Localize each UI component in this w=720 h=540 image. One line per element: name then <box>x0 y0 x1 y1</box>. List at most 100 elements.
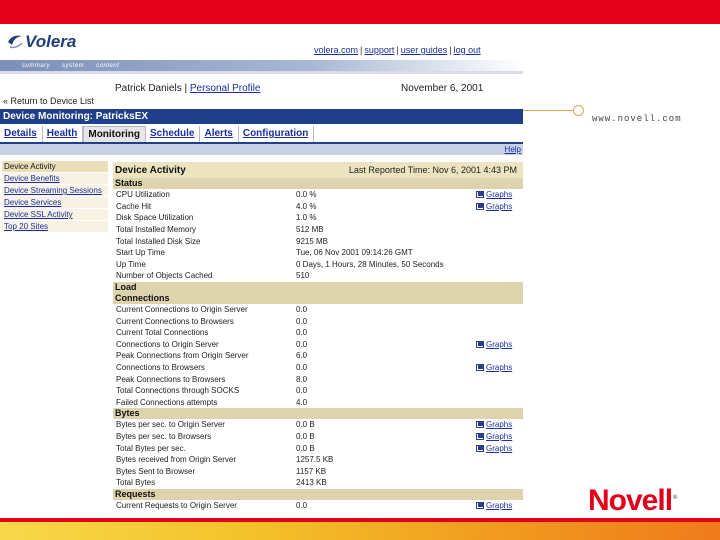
graph-icon[interactable] <box>476 421 484 429</box>
graphs-link[interactable]: Graphs <box>486 444 512 453</box>
metric-label: Current Total Connections <box>116 328 209 338</box>
graph-cell: Graphs <box>476 202 523 211</box>
top-links: volera.com | support | user guides | log out <box>314 45 481 55</box>
metric-value: 0.0 <box>296 363 308 373</box>
link-separator: | <box>360 45 363 55</box>
graph-icon[interactable] <box>476 202 484 210</box>
submenu-device-streaming-sessions[interactable]: Device Streaming Sessions <box>2 185 108 197</box>
table-row: Bytes received from Origin Server 1257.5 … <box>113 454 523 466</box>
graphs-link[interactable]: Graphs <box>486 420 512 429</box>
metric-label: Total Installed Memory <box>116 225 197 235</box>
table-sections: Status CPU Utilization 0.0 % Graphs Cache Hi… <box>113 178 523 511</box>
tab-alerts[interactable]: Alerts <box>200 126 239 142</box>
tab-monitoring[interactable]: Monitoring <box>83 126 147 142</box>
graph-icon[interactable] <box>476 501 484 509</box>
table-row: Total Installed Disk Size 9215 MB <box>113 235 523 247</box>
table-title: Device Activity <box>115 164 186 176</box>
metric-label: Total Connections through SOCKS <box>116 386 240 396</box>
slide-accent-dot <box>573 105 584 116</box>
submenu-device-activity[interactable]: Device Activity <box>2 161 108 173</box>
metric-value: 0.0 B <box>296 443 315 453</box>
metric-label: Peak Connections from Origin Server <box>116 351 249 361</box>
nav-content[interactable]: content <box>96 63 119 69</box>
graph-icon[interactable] <box>476 340 484 348</box>
metric-label: Total Installed Disk Size <box>116 236 201 246</box>
table-row: Up Time 0 Days, 1 Hours, 28 Minutes, 50 S… <box>113 259 523 271</box>
metric-label: Failed Connections attempts <box>116 397 218 407</box>
graphs-link[interactable]: Graphs <box>486 432 512 441</box>
metric-value: 0.0 % <box>296 190 317 200</box>
novell-logo: Novell® <box>588 484 678 518</box>
nav-summary[interactable]: summary <box>22 63 50 69</box>
graph-icon[interactable] <box>476 364 484 372</box>
monitoring-submenu: Device Activity Device Benefits Device S… <box>2 161 108 233</box>
submenu-device-services[interactable]: Device Services <box>2 197 108 209</box>
graphs-link[interactable]: Graphs <box>486 340 512 349</box>
graph-cell: Graphs <box>476 420 523 429</box>
metric-label: Total Bytes <box>116 478 156 488</box>
volera-logo[interactable]: Volera <box>6 30 76 54</box>
submenu-top-20-sites[interactable]: Top 20 Sites <box>2 221 108 233</box>
graph-icon[interactable] <box>476 432 484 440</box>
graphs-link[interactable]: Graphs <box>486 190 512 199</box>
device-activity-table: Device Activity Last Reported Time: Nov … <box>113 162 523 511</box>
graph-icon[interactable] <box>476 191 484 199</box>
graphs-link[interactable]: Graphs <box>486 501 512 510</box>
metric-label: Current Connections to Browsers <box>116 316 234 326</box>
metric-value: 0.0 B <box>296 420 315 430</box>
personal-profile-link[interactable]: Personal Profile <box>190 83 261 94</box>
tab-health[interactable]: Health <box>43 126 84 142</box>
table-row: Disk Space Utilization 1.0 % <box>113 212 523 224</box>
tab-schedule[interactable]: Schedule <box>146 126 201 142</box>
link-volera-com[interactable]: volera.com <box>314 45 358 55</box>
nav-system[interactable]: system <box>62 63 84 69</box>
return-to-device-list-link[interactable]: « Return to Device List <box>3 96 94 106</box>
graphs-link[interactable]: Graphs <box>486 202 512 211</box>
section-header: Connections <box>113 292 523 304</box>
graph-cell: Graphs <box>476 501 523 510</box>
section-header: Bytes <box>113 408 523 420</box>
table-header: Device Activity Last Reported Time: Nov … <box>113 162 523 178</box>
link-user-guides[interactable]: user guides <box>401 45 448 55</box>
metric-value: 0.0 B <box>296 431 315 441</box>
graph-cell: Graphs <box>476 444 523 453</box>
metric-label: Current Requests to Origin Server <box>116 500 237 510</box>
metric-value: 0.0 <box>296 339 308 349</box>
link-support[interactable]: support <box>364 45 394 55</box>
slide-top-bar <box>0 0 720 24</box>
table-row: Bytes Sent to Browser 1157 KB <box>113 465 523 477</box>
user-line: Patrick Daniels | Personal Profile <box>115 83 260 94</box>
table-row: Total Installed Memory 512 MB <box>113 224 523 236</box>
help-link[interactable]: Help <box>505 145 521 154</box>
slide-footer-bar <box>0 522 720 540</box>
graph-icon[interactable] <box>476 444 484 452</box>
tab-configuration[interactable]: Configuration <box>239 126 315 142</box>
metric-label: Total Bytes per sec. <box>116 443 186 453</box>
table-row: Peak Connections from Origin Server 6.0 <box>113 350 523 362</box>
volera-swoosh-icon <box>8 35 23 49</box>
table-row: Peak Connections to Browsers 8.0 <box>113 373 523 385</box>
table-row: Connections to Browsers 0.0 Graphs <box>113 362 523 374</box>
metric-label: Connections to Origin Server <box>116 339 219 349</box>
link-log-out[interactable]: log out <box>454 45 481 55</box>
table-row: Number of Objects Cached 510 <box>113 270 523 282</box>
table-row: Current Total Connections 0.0 <box>113 327 523 339</box>
graphs-link[interactable]: Graphs <box>486 363 512 372</box>
metric-value: 6.0 <box>296 351 308 361</box>
metric-label: Bytes per sec. to Browsers <box>116 431 212 441</box>
tab-details[interactable]: Details <box>0 126 43 142</box>
graph-cell: Graphs <box>476 432 523 441</box>
metric-value: 0 Days, 1 Hours, 28 Minutes, 50 Seconds <box>296 259 444 269</box>
metric-label: Bytes received from Origin Server <box>116 455 237 465</box>
metric-value: 0.0 <box>296 386 308 396</box>
section-header: Status <box>113 178 523 189</box>
metric-value: 1.0 % <box>296 213 317 223</box>
link-separator: | <box>449 45 452 55</box>
table-row: Current Connections to Origin Server 0.0 <box>113 304 523 316</box>
metric-value: 0.0 <box>296 305 308 315</box>
metric-value: 1157 KB <box>296 466 327 476</box>
submenu-device-benefits[interactable]: Device Benefits <box>2 173 108 185</box>
submenu-device-ssl-activity[interactable]: Device SSL Activity <box>2 209 108 221</box>
link-separator: | <box>396 45 399 55</box>
metric-value: 0.0 <box>296 328 308 338</box>
